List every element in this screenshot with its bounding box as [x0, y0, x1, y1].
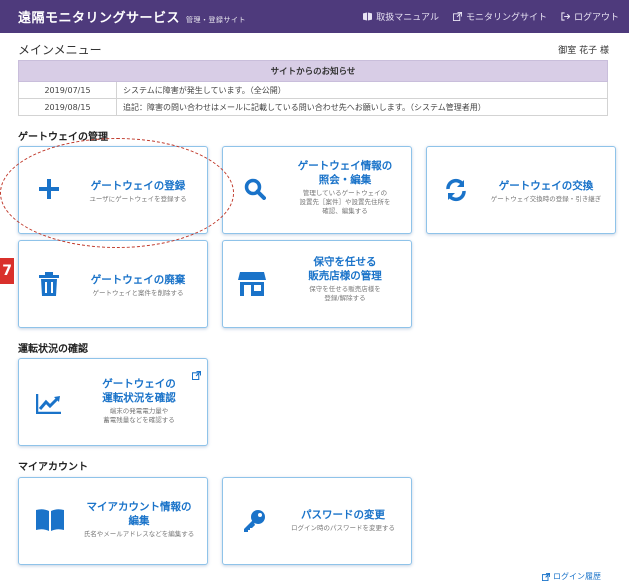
- page-title: メインメニュー: [18, 43, 102, 57]
- notice-row[interactable]: 2019/08/15 追記：障害の問い合わせはメールに記載している問い合わせ先へ…: [18, 98, 608, 116]
- key-icon: [241, 508, 267, 534]
- external-link-icon: [452, 12, 462, 21]
- app-subtitle: 管理・登録サイト: [186, 16, 247, 24]
- notice-date: 2019/08/15: [18, 98, 117, 116]
- plus-icon: [37, 177, 61, 201]
- card-desc: ユーザにゲートウェイを登録する: [89, 195, 187, 203]
- card-title: ゲートウェイの交換: [498, 180, 594, 192]
- app-title-text: 遠隔モニタリングサービス: [18, 11, 181, 26]
- card-title: ゲートウェイの廃棄: [90, 274, 186, 286]
- login-history-label: ログイン履歴: [553, 572, 601, 581]
- card-desc: ゲートウェイと案件を削除する: [92, 289, 184, 297]
- card-title-line2: 運転状況を確認: [102, 392, 176, 404]
- logout-link[interactable]: ログアウト: [561, 10, 619, 23]
- header-nav: 取扱マニュアル モニタリングサイト ログアウト: [363, 0, 619, 33]
- card-title: パスワードの変更: [301, 509, 385, 521]
- book-icon: [35, 508, 65, 532]
- header-bar: 遠隔モニタリングサービス 管理・登録サイト 取扱マニュアル モニタリングサイト ロ…: [0, 0, 629, 33]
- card-desc-line1: 端末の発電電力量や: [109, 407, 169, 415]
- line-chart-icon: [35, 393, 63, 415]
- notice-row[interactable]: 2019/07/15 システムに障害が発生しています。（全公開）: [18, 81, 608, 99]
- password-change-card[interactable]: パスワードの変更 ログイン時のパスワードを変更する: [222, 477, 412, 565]
- operation-status-card[interactable]: ゲートウェイの 運転状況を確認 端末の発電電力量や 蓄電残量などを確認する: [18, 358, 208, 446]
- card-desc: ゲートウェイ交換時の登録・引き継ぎ: [490, 195, 602, 203]
- login-history-link[interactable]: ログイン履歴: [542, 571, 601, 582]
- manual-link-label: 取扱マニュアル: [376, 13, 439, 23]
- sync-icon: [443, 177, 469, 203]
- gateway-exchange-card[interactable]: ゲートウェイの交換 ゲートウェイ交換時の登録・引き継ぎ: [426, 146, 616, 234]
- card-desc: 氏名やメールアドレスなどを編集する: [83, 530, 195, 538]
- gateway-register-card[interactable]: ゲートウェイの登録 ユーザにゲートウェイを登録する: [18, 146, 208, 234]
- logout-icon: [561, 12, 570, 21]
- card-title-line1: ゲートウェイ情報の: [297, 160, 393, 172]
- user-name: 御室 花子 様: [558, 46, 609, 56]
- gateway-info-card[interactable]: ゲートウェイ情報の 照会・編集 管理しているゲートウェイの 設置先［案件］や設置…: [222, 146, 412, 234]
- card-desc-line3: 確認、編集する: [322, 207, 368, 215]
- notice-heading: サイトからのお知らせ: [18, 60, 608, 82]
- card-title-line2: 照会・編集: [318, 174, 372, 186]
- gateway-discard-card[interactable]: ゲートウェイの廃棄 ゲートウェイと案件を削除する: [18, 240, 208, 328]
- section-title-status: 運転状況の確認: [18, 344, 88, 355]
- monitoring-site-label: モニタリングサイト: [465, 13, 547, 23]
- section-title-gateway: ゲートウェイの管理: [18, 132, 108, 143]
- manual-link[interactable]: 取扱マニュアル: [363, 10, 439, 23]
- notice-text: 追記：障害の問い合わせはメールに記載している問い合わせ先へお願いします。（システ…: [116, 98, 608, 116]
- monitoring-site-link[interactable]: モニタリングサイト: [452, 10, 547, 23]
- section-title-account: マイアカウント: [18, 462, 88, 473]
- card-desc-line2: 登録/解除する: [324, 294, 366, 302]
- search-icon: [243, 177, 267, 201]
- card-desc: ログイン時のパスワードを変更する: [291, 524, 395, 532]
- card-title-line1: 保守を任せる: [313, 256, 377, 268]
- store-management-card[interactable]: 保守を任せる 販売店様の管理 保守を任せる販売店様を 登録/解除する: [222, 240, 412, 328]
- card-desc-line2: 設置先［案件］や設置先住所を: [299, 198, 391, 206]
- card-title: ゲートウェイの登録: [90, 180, 186, 192]
- logout-label: ログアウト: [573, 13, 619, 23]
- app-title[interactable]: 遠隔モニタリングサービス 管理・登録サイト: [18, 7, 246, 26]
- card-desc-line2: 蓄電残量などを確認する: [103, 416, 175, 424]
- notice-table: サイトからのお知らせ 2019/07/15 システムに障害が発生しています。（全…: [18, 60, 608, 116]
- card-desc-line1: 管理しているゲートウェイの: [302, 189, 388, 197]
- card-title-line2: 編集: [128, 515, 150, 527]
- step-marker: 7: [0, 258, 14, 284]
- card-title-line2: 販売店様の管理: [308, 270, 382, 282]
- book-icon: [363, 12, 373, 21]
- notice-text: システムに障害が発生しています。（全公開）: [116, 81, 608, 99]
- card-desc-line1: 保守を任せる販売店様を: [309, 285, 381, 293]
- external-link-icon: [542, 572, 550, 581]
- trash-icon: [37, 271, 61, 297]
- card-title-line1: マイアカウント情報の: [86, 501, 192, 513]
- card-title-line1: ゲートウェイの: [102, 378, 176, 390]
- account-info-card[interactable]: マイアカウント情報の 編集 氏名やメールアドレスなどを編集する: [18, 477, 208, 565]
- store-icon: [237, 271, 267, 297]
- notice-date: 2019/07/15: [18, 81, 117, 99]
